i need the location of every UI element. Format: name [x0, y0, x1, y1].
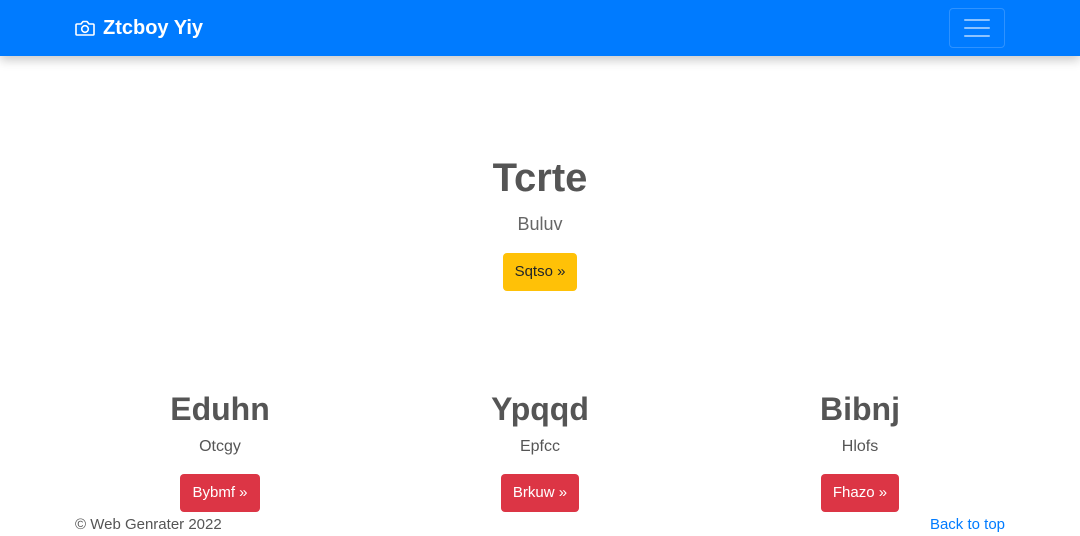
feature-column: Ypqqd Epfcc Brkuw »: [380, 390, 700, 512]
brand-text: Ztcboy Yiy: [103, 16, 204, 39]
feature-text: Hlofs: [841, 438, 879, 455]
hero-subtitle: Buluv: [517, 214, 563, 234]
feature-text: Otcgy: [199, 438, 241, 455]
features-row: Eduhn Otcgy Bybmf » Ypqqd Epfcc Brkuw » …: [60, 390, 1020, 512]
hero-section: Tcrte Buluv Sqtso »: [0, 155, 1080, 291]
camera-icon: [75, 20, 95, 36]
navbar-toggler-button[interactable]: [949, 8, 1005, 48]
feature-title: Bibnj: [820, 391, 900, 427]
feature-button[interactable]: Bybmf »: [180, 474, 260, 512]
feature-text: Epfcc: [519, 438, 560, 455]
feature-column: Eduhn Otcgy Bybmf »: [60, 390, 380, 512]
hero-title: Tcrte: [492, 156, 588, 200]
feature-title: Ypqqd: [491, 391, 589, 427]
back-to-top-link[interactable]: Back to top: [930, 515, 1005, 535]
feature-title: Eduhn: [170, 391, 270, 427]
brand-link[interactable]: Ztcboy Yiy: [75, 0, 203, 56]
navbar: Ztcboy Yiy: [0, 0, 1080, 56]
hamburger-icon: [964, 19, 990, 21]
footer-copyright: © Web Genrater 2022: [75, 516, 222, 533]
feature-column: Bibnj Hlofs Fhazo »: [700, 390, 1020, 512]
hero-button[interactable]: Sqtso »: [502, 253, 578, 291]
hamburger-icon: [964, 27, 990, 29]
feature-button[interactable]: Brkuw »: [500, 474, 580, 512]
feature-button[interactable]: Fhazo »: [820, 474, 900, 512]
hamburger-icon: [964, 35, 990, 37]
